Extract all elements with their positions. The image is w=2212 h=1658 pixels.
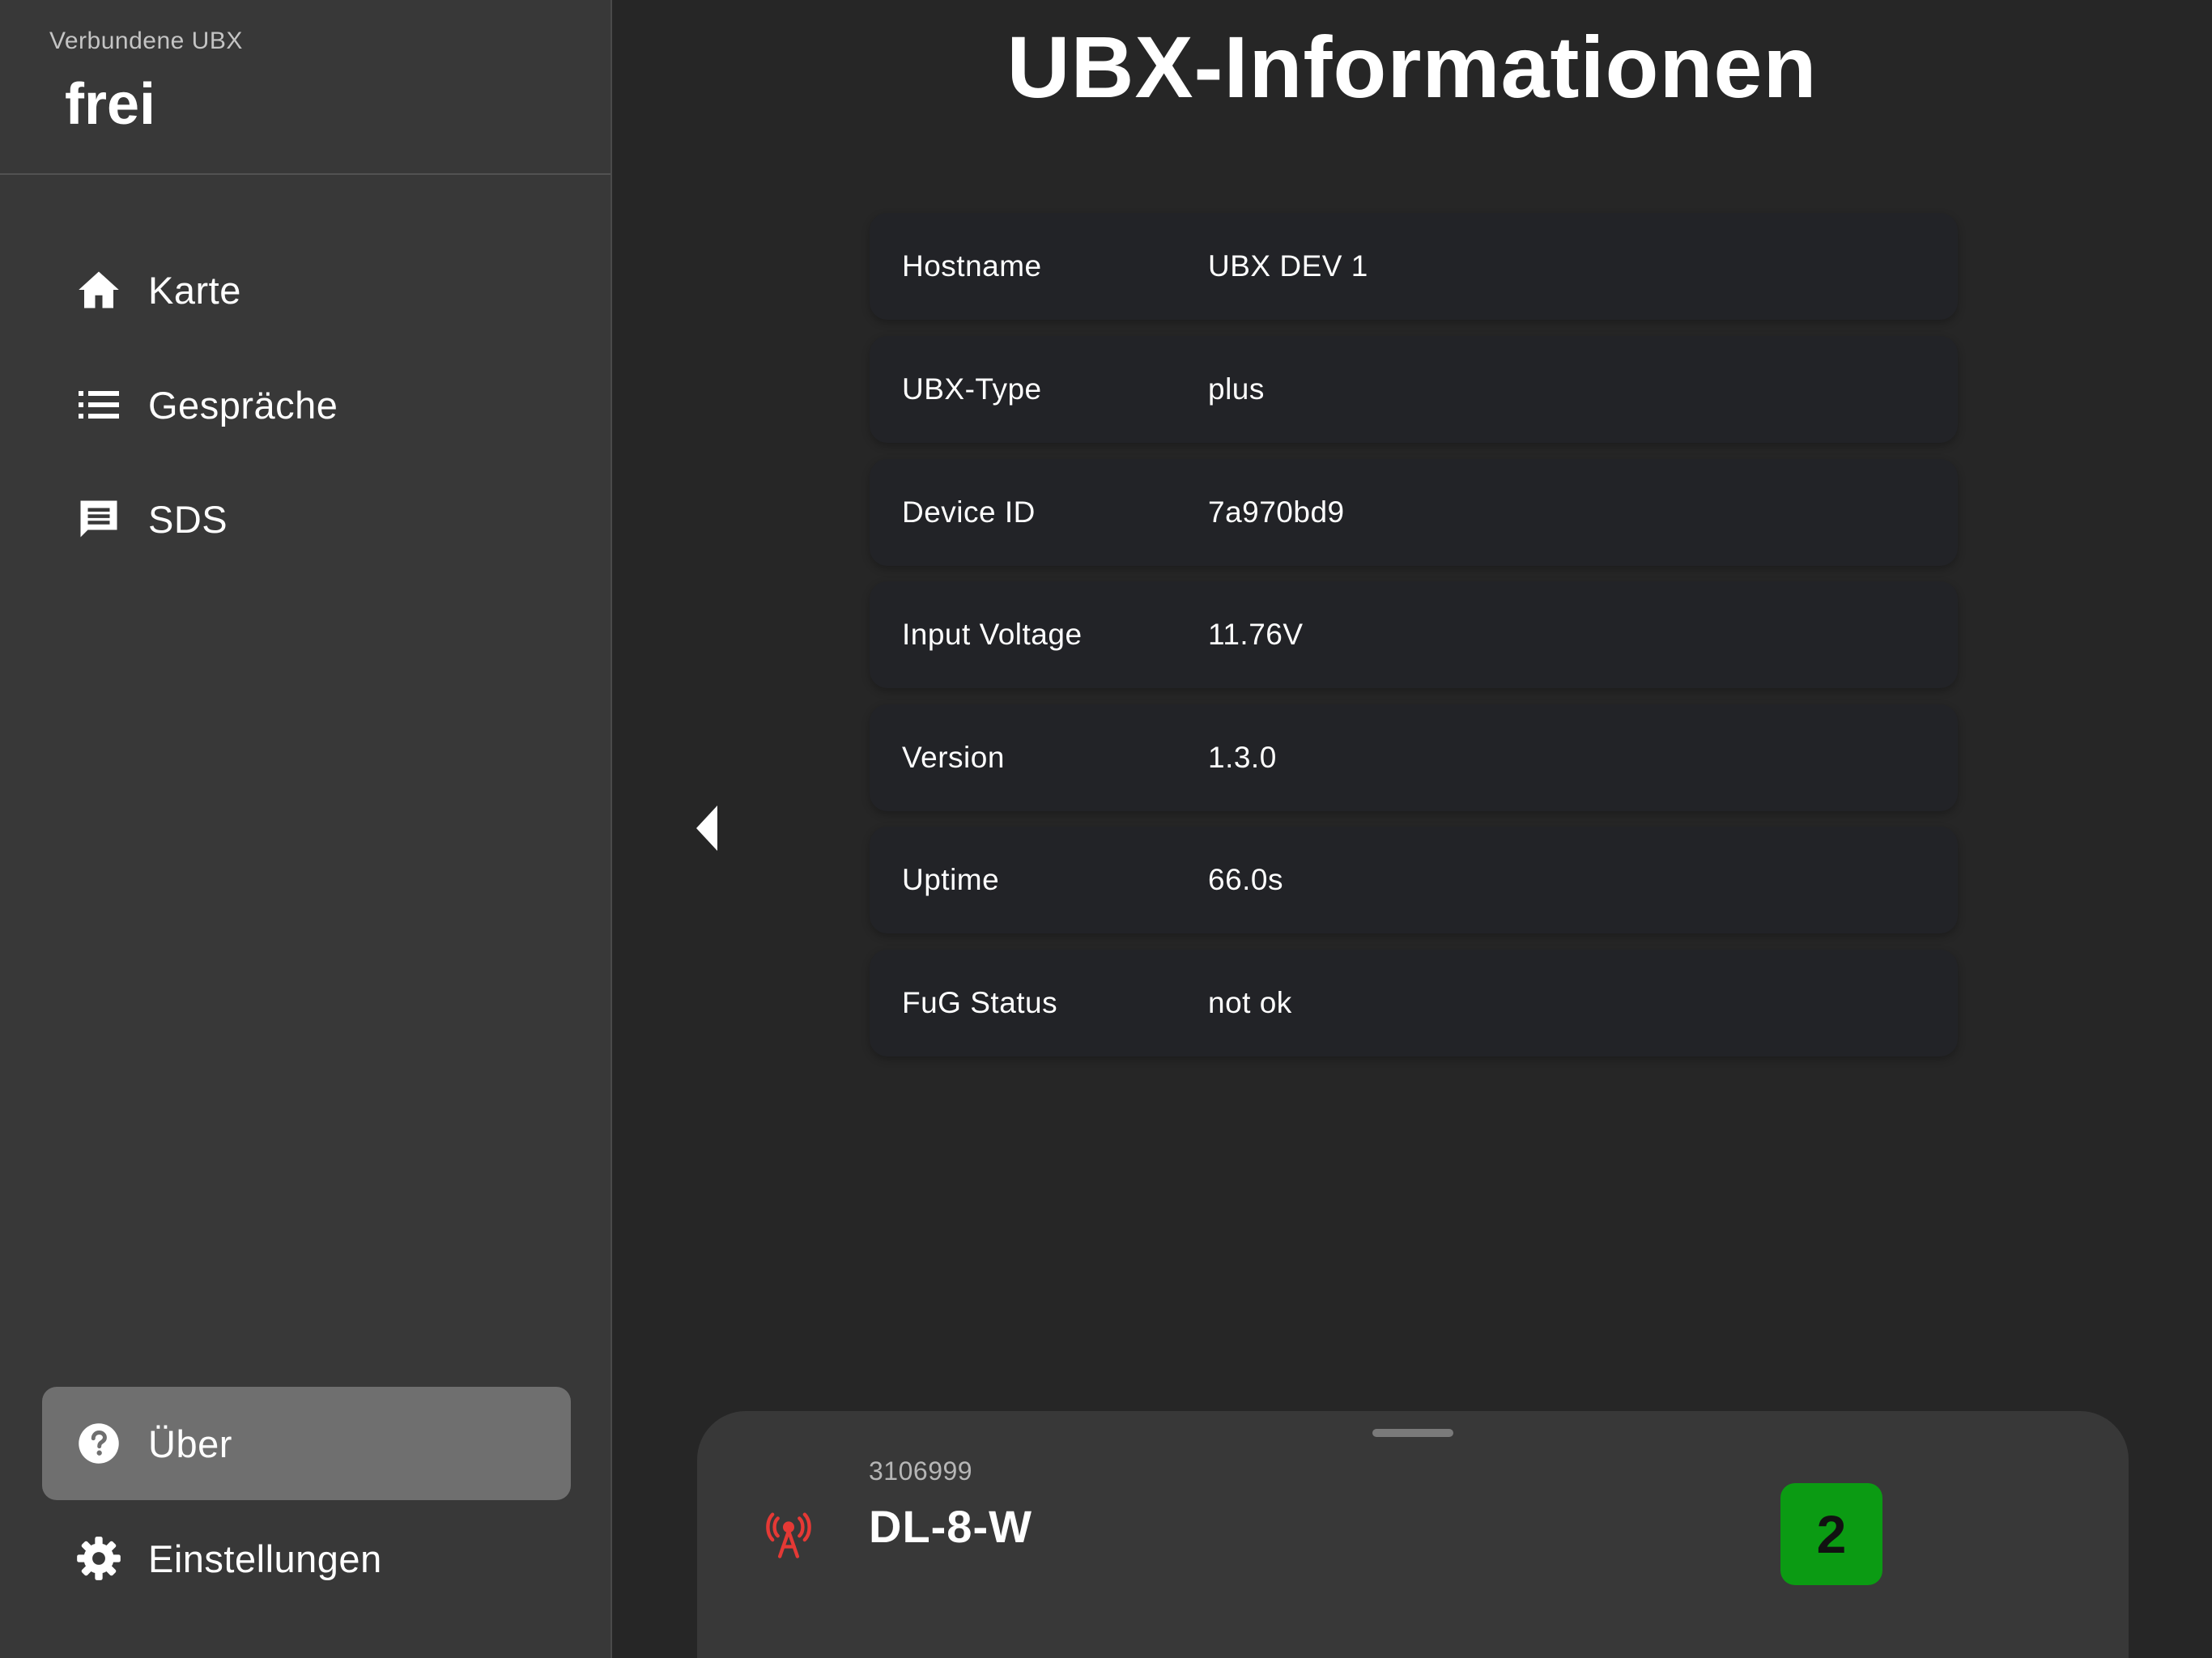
info-value: 1.3.0 xyxy=(1208,741,1277,774)
sidebar-item-gespraeche[interactable]: Gespräche xyxy=(42,348,571,461)
info-key: FuG Status xyxy=(902,986,1058,1019)
chevron-left-icon xyxy=(696,805,719,855)
info-value: plus xyxy=(1208,372,1265,406)
radio-tower-icon xyxy=(765,1511,812,1558)
sidebar-item-label: Über xyxy=(148,1422,232,1465)
info-row-device-id: Device ID 7a970bd9 xyxy=(870,459,1958,566)
status-badge[interactable]: 2 xyxy=(1780,1483,1882,1585)
help-icon xyxy=(74,1419,123,1468)
info-key: Input Voltage xyxy=(902,618,1083,651)
sidebar-item-label: Gespräche xyxy=(148,383,338,427)
sidebar-item-einstellungen[interactable]: Einstellungen xyxy=(42,1502,571,1615)
bottom-sheet[interactable]: 3106999 DL-8-W 2 xyxy=(697,1411,2129,1658)
info-key: Version xyxy=(902,741,1005,774)
info-value: UBX DEV 1 xyxy=(1208,249,1368,283)
sidebar-item-label: SDS xyxy=(148,497,228,541)
connected-ubx-value: frei xyxy=(65,72,156,137)
info-key: UBX-Type xyxy=(902,372,1042,406)
list-icon xyxy=(74,380,123,429)
info-row-input-voltage: Input Voltage 11.76V xyxy=(870,581,1958,688)
message-icon xyxy=(74,495,123,543)
info-key: Uptime xyxy=(902,863,1000,896)
info-value: not ok xyxy=(1208,986,1292,1019)
info-row-fug-status: FuG Status not ok xyxy=(870,950,1958,1056)
sidebar: Verbundene UBX frei Karte Gespräche SDS … xyxy=(0,0,612,1658)
info-key: Device ID xyxy=(902,495,1036,529)
info-value: 11.76V xyxy=(1208,618,1304,651)
sidebar-header: Verbundene UBX frei xyxy=(0,0,610,175)
main-content: UBX-Informationen Hostname UBX DEV 1 UBX… xyxy=(612,0,2212,1658)
sheet-station-name: DL-8-W xyxy=(869,1501,1032,1552)
info-row-ubx-type: UBX-Type plus xyxy=(870,336,1958,443)
sidebar-item-label: Karte xyxy=(148,268,241,312)
info-row-uptime: Uptime 66.0s xyxy=(870,827,1958,933)
sidebar-item-ueber[interactable]: Über xyxy=(42,1387,571,1500)
sidebar-item-label: Einstellungen xyxy=(148,1537,382,1580)
info-row-hostname: Hostname UBX DEV 1 xyxy=(870,213,1958,320)
info-key: Hostname xyxy=(902,249,1042,283)
info-row-version: Version 1.3.0 xyxy=(870,704,1958,811)
page-title: UBX-Informationen xyxy=(1006,18,1818,116)
sidebar-item-karte[interactable]: Karte xyxy=(42,233,571,346)
info-value: 66.0s xyxy=(1208,863,1284,896)
connected-ubx-label: Verbundene UBX xyxy=(49,28,243,54)
sheet-drag-handle[interactable] xyxy=(1372,1429,1453,1437)
app-root: Verbundene UBX frei Karte Gespräche SDS … xyxy=(0,0,2212,1658)
info-value: 7a970bd9 xyxy=(1208,495,1345,529)
home-icon xyxy=(74,266,123,314)
sidebar-item-sds[interactable]: SDS xyxy=(42,462,571,576)
sheet-issi: 3106999 xyxy=(869,1456,973,1486)
gear-icon xyxy=(74,1534,123,1583)
sidebar-toggle-button[interactable] xyxy=(691,801,724,858)
